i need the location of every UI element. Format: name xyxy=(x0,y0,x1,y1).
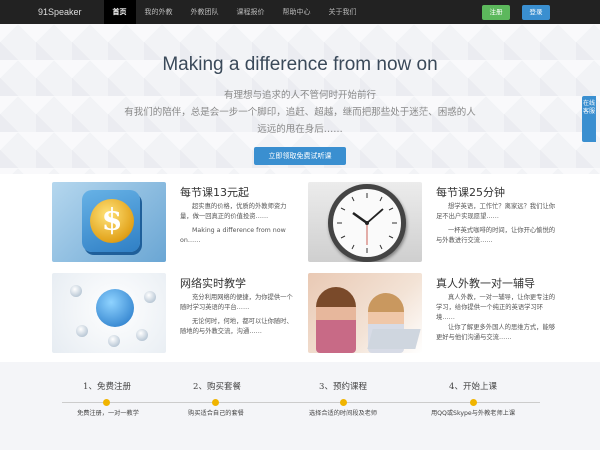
hero-title: Making a difference from now on xyxy=(162,54,438,75)
step-title-register: 1、免费注册 xyxy=(83,382,131,392)
step-desc-start: 用QQ或Skype与外教老师上课 xyxy=(430,410,516,417)
dollar-coin: $ xyxy=(90,199,134,243)
globe-icon xyxy=(96,289,134,327)
feature-text-price-2: Making a difference from now on…… xyxy=(180,227,286,244)
feature-title-one-on-one: 真人外教一对一辅导 xyxy=(436,277,535,290)
step-dot xyxy=(470,399,477,406)
tutor-figure xyxy=(316,287,356,353)
nav-item-pricing[interactable]: 课程报价 xyxy=(228,0,274,24)
hero-section: Making a difference from now on 有理想与追求的人… xyxy=(0,24,600,174)
feature-text-duration-2: 一杯英式咖啡的时间，让你开心愉悦的与外教进行交流…… xyxy=(436,227,556,244)
top-navbar: 91Speaker 首页 我的外教 外教团队 课程报价 帮助中心 关于我们 注册… xyxy=(0,0,600,24)
feature-text-price-1: 超实惠的价格，优质的外教师资力量，做一回真正的价值投资…… xyxy=(180,203,287,220)
feature-title-price: 每节课13元起 xyxy=(180,186,249,199)
feature-text-online-2: 无论何时，何地，都可以让你随时、随地的与外教交流，沟通…… xyxy=(180,318,293,335)
clock-hands-icon xyxy=(337,193,397,253)
nav-item-help[interactable]: 帮助中心 xyxy=(274,0,320,24)
step-title-book: 3、预约课程 xyxy=(319,382,367,392)
feature-title-online: 网络实时教学 xyxy=(180,277,246,290)
step-desc-book: 选择合适的时间段及老师 xyxy=(308,410,378,417)
nav-item-teacher-team[interactable]: 外教团队 xyxy=(182,0,228,24)
dollar-tile: $ xyxy=(82,190,140,252)
feature-text-one-on-one-1: 真人外教，一对一辅导，让你更专注的学习，给你提供一个纯正的英语学习环境…… xyxy=(436,294,556,321)
step-title-purchase: 2、购买套餐 xyxy=(193,382,241,392)
free-trial-button[interactable]: 立即领取免费试听课 xyxy=(254,147,346,165)
steps-progress-line xyxy=(62,402,540,403)
network-node xyxy=(136,329,148,341)
feature-title-duration: 每节课25分钟 xyxy=(436,186,505,199)
register-button[interactable]: 注册 xyxy=(482,5,510,20)
brand-logo[interactable]: 91Speaker xyxy=(0,7,104,17)
step-dot xyxy=(103,399,110,406)
laptop-icon xyxy=(367,329,421,349)
nav-item-about[interactable]: 关于我们 xyxy=(320,0,366,24)
step-desc-purchase: 购买适合自己的套餐 xyxy=(188,410,244,417)
nav-item-my-teachers[interactable]: 我的外教 xyxy=(136,0,182,24)
network-node xyxy=(76,325,88,337)
online-service-tab[interactable]: 在线客服 xyxy=(582,96,596,142)
tutoring-photo xyxy=(308,273,422,353)
feature-text-online-1: 充分利用网络的便捷，为你提供一个随时学习英语的平台…… xyxy=(180,294,293,311)
hero-subtitle-line2: 有我们的陪伴，总是会一步一个脚印，追赶、超越，继而把那些处于迷茫、困惑的人 xyxy=(124,107,476,118)
step-dot xyxy=(340,399,347,406)
login-button[interactable]: 登录 xyxy=(522,5,550,20)
feature-text-one-on-one-2: 让你了解更多外国人的思维方式，能够更好与他们沟通与交流…… xyxy=(436,324,556,341)
feature-text-duration-1: 想学英语，工作忙？离家远？我们让你足不出户实现愿望…… xyxy=(436,203,556,220)
hero-subtitle-line3: 远远的甩在身后…… xyxy=(257,124,343,135)
network-node xyxy=(144,291,156,303)
dollar-icon: $ xyxy=(52,182,166,262)
clock-image xyxy=(308,182,422,262)
network-node xyxy=(108,335,120,347)
nav-item-home[interactable]: 首页 xyxy=(103,0,136,24)
network-node xyxy=(70,285,82,297)
steps-section: 1、免费注册 免费注册，一对一教学 2、购买套餐 购买适合自己的套餐 3、预约课… xyxy=(0,362,600,450)
hero-subtitle-line1: 有理想与追求的人不管何时开始前行 xyxy=(223,90,376,101)
clock-face xyxy=(328,184,406,262)
step-dot xyxy=(212,399,219,406)
step-title-start: 4、开始上课 xyxy=(449,382,497,392)
globe-image xyxy=(52,273,166,353)
